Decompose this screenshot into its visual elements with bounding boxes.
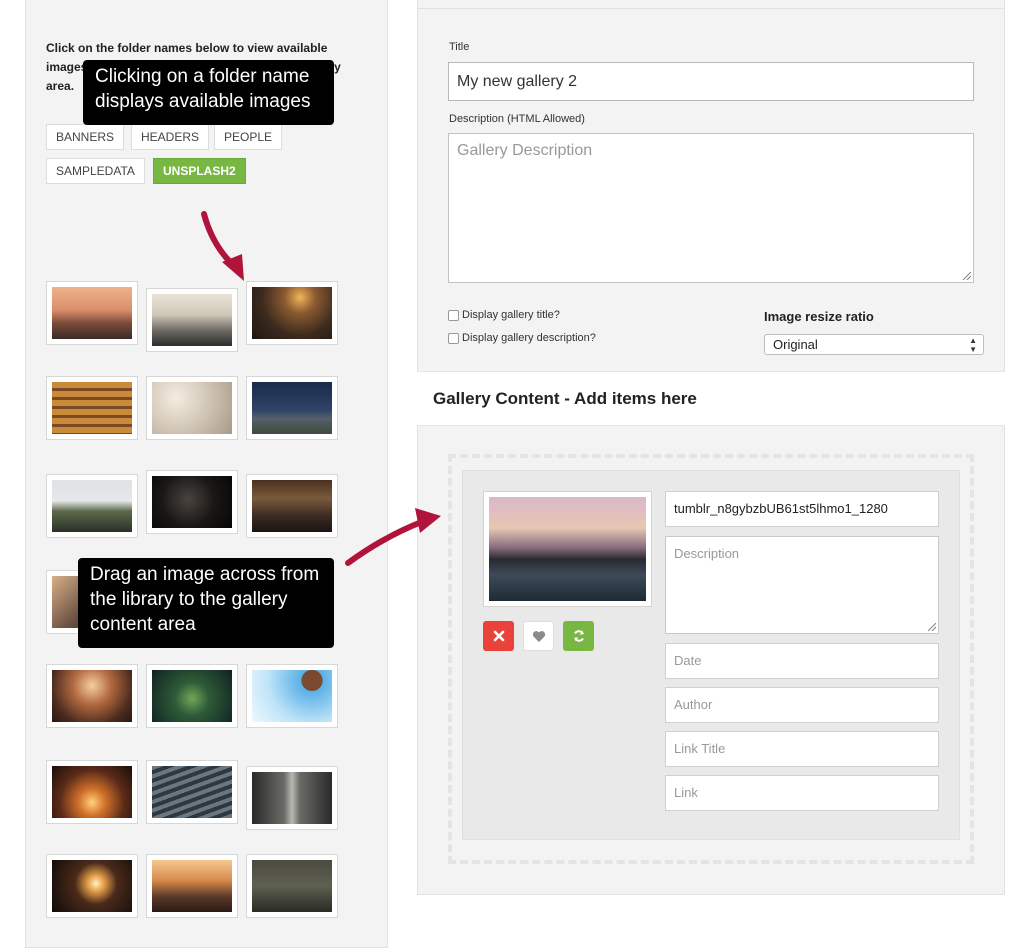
folder-headers-button[interactable]: HEADERS (131, 124, 210, 150)
photo-stairs (52, 382, 132, 434)
display-description-option[interactable]: Display gallery description? (448, 332, 596, 344)
photo-city-street-sunset (52, 766, 132, 818)
description-label: Description (HTML Allowed) (449, 113, 585, 125)
library-thumbnail[interactable] (246, 474, 338, 538)
photo-railroad-sunset (152, 860, 232, 912)
heart-icon (532, 630, 545, 642)
description-placeholder: Gallery Description (457, 142, 593, 159)
select-updown-icon: ▲ ▼ (969, 336, 977, 354)
library-thumbnail[interactable] (146, 376, 238, 440)
library-thumbnail[interactable] (46, 854, 138, 918)
folder-sampledata-button[interactable]: SAMPLEDATA (46, 158, 145, 184)
divider (417, 8, 1005, 9)
photo-green-plant (152, 670, 232, 722)
display-description-checkbox[interactable] (448, 332, 459, 344)
photo-old-building (252, 860, 332, 912)
library-thumbnail[interactable] (46, 760, 138, 824)
photo-sparkler (52, 860, 132, 912)
library-thumbnail[interactable] (46, 281, 138, 345)
photo-pier-sunset (489, 497, 646, 601)
resize-grip-icon[interactable] (928, 623, 936, 631)
gallery-title-input[interactable]: My new gallery 2 (448, 62, 974, 101)
photo-mountain-clouds (152, 294, 232, 346)
delete-item-button[interactable] (483, 621, 514, 651)
library-thumbnail[interactable] (46, 474, 138, 538)
drag-tooltip: Drag an image across from the library to… (78, 558, 334, 648)
folder-banners-button[interactable]: BANNERS (46, 124, 125, 150)
refresh-item-button[interactable] (563, 621, 594, 651)
library-thumbnail[interactable] (146, 470, 238, 534)
item-description-placeholder: Description (674, 546, 740, 561)
resize-ratio-select[interactable]: Original ▲ ▼ (764, 334, 984, 355)
resize-ratio-label: Image resize ratio (764, 309, 874, 324)
photo-couple-sunset (52, 670, 132, 722)
library-thumbnail[interactable] (146, 664, 238, 728)
resize-grip-icon[interactable] (963, 272, 971, 280)
resize-ratio-value: Original (773, 337, 818, 352)
library-thumbnail[interactable] (246, 376, 338, 440)
item-description-field[interactable]: Description (665, 536, 939, 634)
display-title-option[interactable]: Display gallery title? (448, 309, 560, 321)
library-thumbnail[interactable] (246, 664, 338, 728)
photo-golden-gate (52, 287, 132, 339)
library-thumbnail[interactable] (146, 854, 238, 918)
library-thumbnail[interactable] (146, 288, 238, 352)
gallery-content-title: Gallery Content - Add items here (433, 389, 697, 408)
item-author-field[interactable]: Author (665, 687, 939, 723)
photo-foggy-birds (152, 382, 232, 434)
photo-field-grass (252, 287, 332, 339)
item-date-field[interactable]: Date (665, 643, 939, 679)
library-thumbnail[interactable] (246, 854, 338, 918)
folder-people-button[interactable]: PEOPLE (214, 124, 283, 150)
item-link-field[interactable]: Link (665, 775, 939, 811)
title-label: Title (449, 41, 470, 53)
library-thumbnail[interactable] (246, 281, 338, 345)
library-thumbnail[interactable] (46, 376, 138, 440)
photo-dark-hand (152, 476, 232, 528)
library-thumbnail[interactable] (146, 760, 238, 824)
favorite-item-button[interactable] (523, 621, 554, 651)
display-description-label: Display gallery description? (462, 332, 596, 344)
library-thumbnail[interactable] (46, 664, 138, 728)
photo-old-street (252, 772, 332, 824)
photo-snowy-hill (52, 480, 132, 532)
folder-tooltip: Clicking on a folder name displays avail… (83, 60, 334, 125)
photo-road-night (252, 382, 332, 434)
folder-unsplash2-button[interactable]: UNSPLASH2 (153, 158, 246, 184)
item-filename-field[interactable]: tumblr_n8gybzbUB61st5lhmo1_1280 (665, 491, 939, 527)
close-icon (493, 630, 504, 642)
display-title-checkbox[interactable] (448, 309, 459, 321)
display-title-label: Display gallery title? (462, 309, 560, 321)
gallery-item-thumbnail (483, 491, 652, 607)
library-thumbnail[interactable] (246, 766, 338, 830)
photo-hot-air-balloon (252, 670, 332, 722)
gallery-description-textarea[interactable]: Gallery Description (448, 133, 974, 283)
item-link-title-field[interactable]: Link Title (665, 731, 939, 767)
gallery-content-header: Gallery Content - Add items here (417, 371, 1005, 426)
photo-typewriter (152, 766, 232, 818)
refresh-icon (573, 630, 584, 642)
photo-crowded-bar (252, 480, 332, 532)
